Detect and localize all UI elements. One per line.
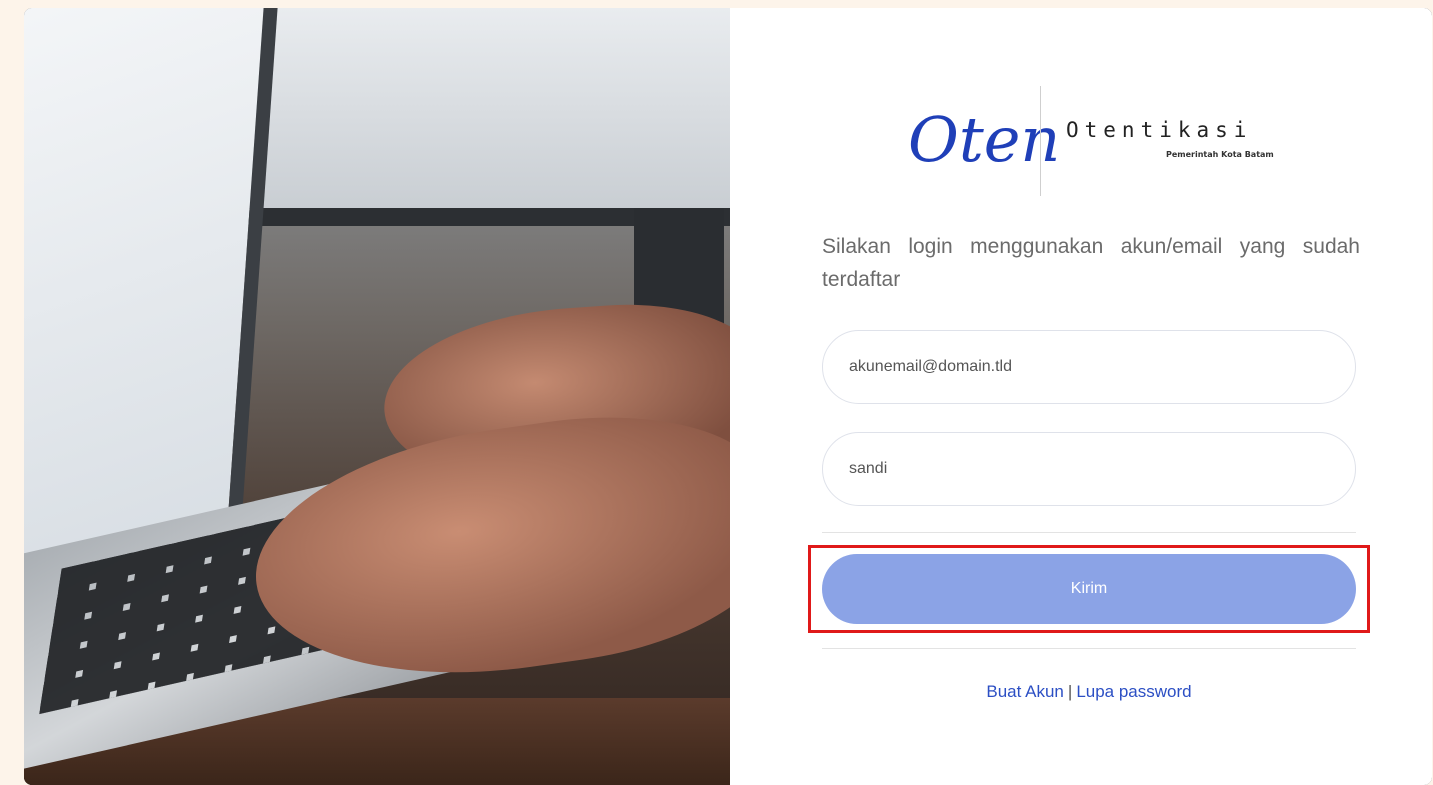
email-input[interactable]	[822, 330, 1356, 404]
logo-wordmark: Otentikasi	[1066, 118, 1253, 142]
divider-bottom	[822, 648, 1356, 649]
login-instructions: Silakan login menggunakan akun/email yan…	[822, 235, 1360, 291]
highlight-box	[808, 545, 1370, 633]
account-links: Buat Akun | Lupa password	[822, 682, 1356, 702]
create-account-link[interactable]: Buat Akun	[986, 682, 1064, 701]
logo-divider	[1040, 86, 1041, 196]
divider-top	[822, 532, 1356, 533]
login-panel: Oten Otentikasi Pemerintah Kota Batam Si…	[730, 8, 1432, 785]
laptop-screen	[24, 8, 278, 568]
login-window: Oten Otentikasi Pemerintah Kota Batam Si…	[24, 8, 1432, 785]
logo-script-mark: Oten	[908, 103, 1061, 176]
oten-logo: Oten Otentikasi Pemerintah Kota Batam	[908, 86, 1308, 196]
password-input[interactable]	[822, 432, 1356, 506]
background-monitor	[214, 8, 730, 226]
link-separator: |	[1067, 682, 1073, 701]
forgot-password-link[interactable]: Lupa password	[1076, 682, 1191, 701]
hero-photo-typing-laptop	[24, 8, 730, 785]
logo-subtitle: Pemerintah Kota Batam	[1166, 150, 1274, 159]
